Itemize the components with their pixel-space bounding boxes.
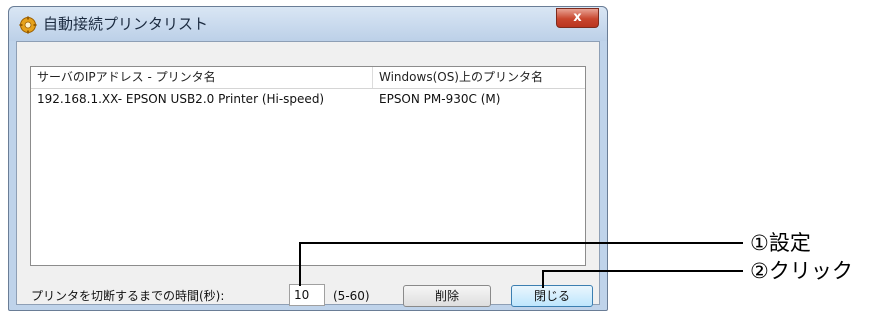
title-bar[interactable]: 自動接続プリンタリスト x [9,7,607,41]
callout-line-click-vertical [542,270,544,288]
close-window-button[interactable]: x [556,8,599,28]
timeout-input[interactable]: 10 [289,284,325,306]
dialog-client-area: サーバのIPアドレス - プリンタ名 Windows(OS)上のプリンタ名 19… [16,41,600,307]
printer-list[interactable]: サーバのIPアドレス - プリンタ名 Windows(OS)上のプリンタ名 19… [30,66,586,266]
printer-gear-icon [19,16,37,34]
timeout-range-label: (5-60) [333,289,370,303]
screenshot-stage: 自動接続プリンタリスト x サーバのIPアドレス - プリンタ名 Windows… [0,0,889,323]
callout-line-click-horizontal [542,270,743,272]
dialog-window: 自動接続プリンタリスト x サーバのIPアドレス - プリンタ名 Windows… [8,6,608,311]
callout-line-setting-horizontal [299,242,743,244]
cell-server-printer: 192.168.1.XX- EPSON USB2.0 Printer (Hi-s… [37,92,325,106]
list-header: サーバのIPアドレス - プリンタ名 Windows(OS)上のプリンタ名 [31,67,585,89]
close-button[interactable]: 閉じる [511,285,593,307]
column-header-server-ip[interactable]: サーバのIPアドレス - プリンタ名 [37,67,371,88]
window-title: 自動接続プリンタリスト [43,15,209,33]
table-row[interactable]: 192.168.1.XX- EPSON USB2.0 Printer (Hi-s… [31,89,585,109]
cell-windows-printer: EPSON PM-930C (M) [379,92,501,106]
callout-setting: ①設定 [750,231,811,255]
column-divider[interactable] [372,67,373,88]
delete-button[interactable]: 削除 [403,285,491,307]
callout-click: ②クリック [750,259,853,283]
callout-line-setting-vertical [299,242,301,286]
column-header-windows-printer[interactable]: Windows(OS)上のプリンタ名 [379,67,579,88]
timeout-label: プリンタを切断するまでの時間(秒): [31,289,225,303]
